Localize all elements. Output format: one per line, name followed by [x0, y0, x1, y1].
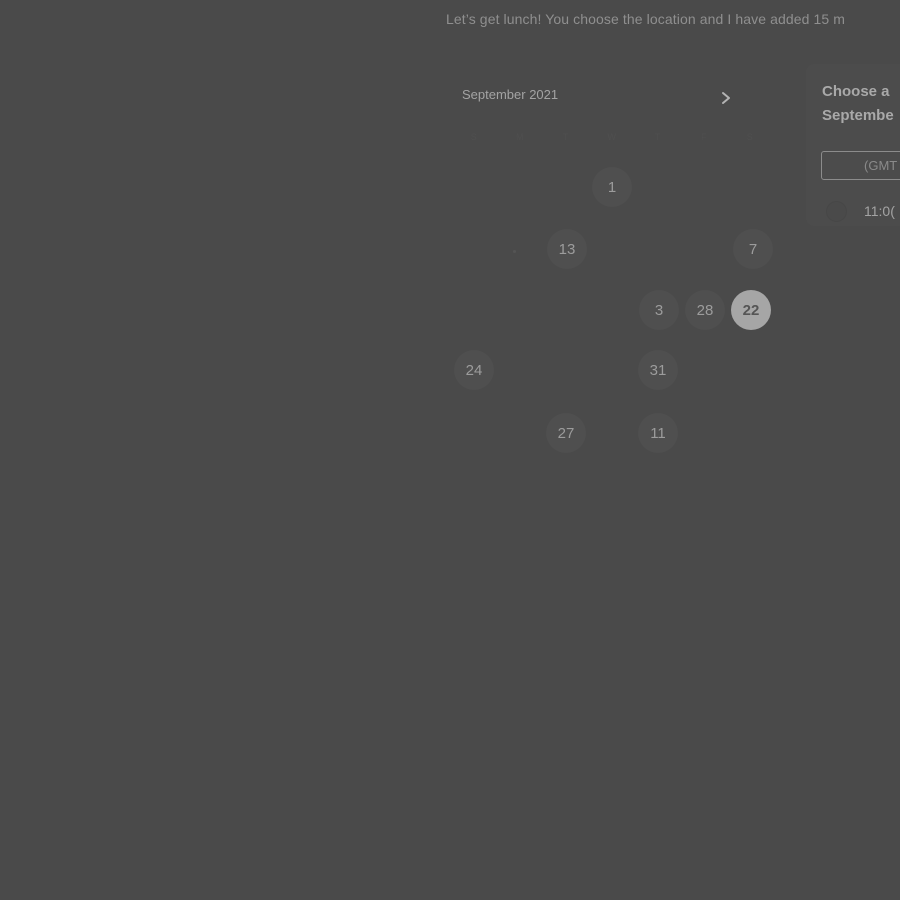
weekday-label: M: [516, 132, 524, 142]
time-slot-label[interactable]: 11:0(: [864, 203, 895, 219]
weekday-label: T: [655, 132, 661, 142]
timezone-select[interactable]: (GMT: [821, 151, 900, 180]
calendar-day[interactable]: 3: [639, 290, 679, 330]
calendar-day-selected[interactable]: 22: [731, 290, 771, 330]
panel-title-line1: Choose a: [822, 83, 890, 100]
panel-title-line2: Septembe: [822, 107, 894, 124]
weekday-header-row: S M T W T F S: [452, 132, 774, 146]
scheduling-page: Let’s get lunch! You choose the location…: [0, 0, 900, 900]
next-month-button[interactable]: [714, 86, 738, 110]
calendar-day[interactable]: 7: [733, 229, 773, 269]
calendar-day[interactable]: 24: [454, 350, 494, 390]
weekday-label: T: [563, 132, 569, 142]
calendar-day[interactable]: 11: [638, 413, 678, 453]
calendar-day[interactable]: 28: [685, 290, 725, 330]
weekday-label: W: [607, 132, 617, 142]
calendar-day[interactable]: 31: [638, 350, 678, 390]
chevron-right-icon: [722, 92, 730, 104]
time-slot-radio[interactable]: [826, 201, 847, 222]
calendar-day[interactable]: 13: [547, 229, 587, 269]
weekday-label: S: [746, 132, 754, 142]
panel-title: Choose a Septembe: [822, 80, 894, 128]
calendar-day[interactable]: 27: [546, 413, 586, 453]
weekday-label: S: [470, 132, 478, 142]
month-label: September 2021: [462, 87, 559, 102]
weekday-label: F: [701, 132, 707, 142]
faint-dot: [513, 250, 516, 253]
calendar-day[interactable]: 1: [592, 167, 632, 207]
timezone-label: (GMT: [864, 158, 898, 173]
event-description: Let’s get lunch! You choose the location…: [446, 11, 846, 27]
